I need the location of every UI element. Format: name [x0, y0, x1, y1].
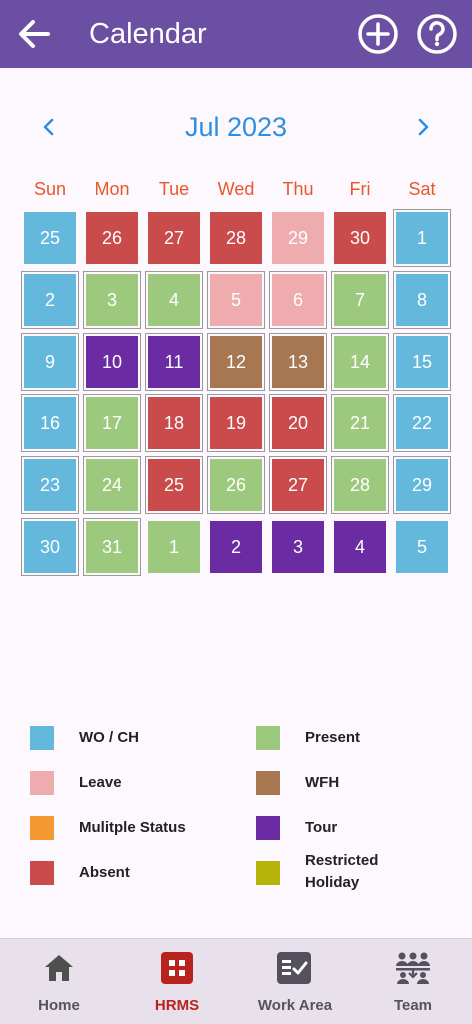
legend-label: Present — [305, 729, 361, 746]
calendar-day[interactable]: 5 — [207, 271, 265, 329]
legend-swatch — [30, 861, 54, 885]
month-navigation: Jul 2023 — [0, 106, 472, 148]
calendar-day[interactable]: 6 — [269, 271, 327, 329]
legend-swatch — [256, 861, 280, 885]
calendar-day[interactable]: 23 — [21, 456, 79, 514]
nav-label: Home — [38, 997, 80, 1014]
calendar-day[interactable]: 28 — [210, 212, 262, 264]
weekday-sat: Sat — [408, 179, 436, 199]
legend-swatch — [30, 771, 54, 795]
legend-label: WO / CH — [79, 729, 139, 746]
calendar-day[interactable]: 16 — [21, 394, 79, 452]
nav-work-area[interactable]: Work Area — [236, 939, 354, 1024]
plus-circle-icon[interactable] — [357, 13, 399, 55]
weekday-mon: Mon — [94, 179, 130, 199]
weekday-thu: Thu — [282, 179, 314, 199]
calendar-day[interactable]: 4 — [334, 521, 386, 573]
calendar-day[interactable]: 31 — [83, 518, 141, 576]
legend-label: Absent — [79, 864, 130, 881]
calendar-day[interactable]: 20 — [269, 394, 327, 452]
legend-label: WFH — [305, 774, 340, 791]
calendar-day[interactable]: 29 — [393, 456, 451, 514]
legend-swatch — [256, 771, 280, 795]
calendar-day[interactable]: 1 — [148, 521, 200, 573]
page-title: Calendar — [89, 18, 207, 50]
help-circle-icon[interactable] — [416, 13, 458, 55]
calendar-day[interactable]: 3 — [83, 271, 141, 329]
calendar-day[interactable]: 19 — [207, 394, 265, 452]
calendar-day[interactable]: 9 — [21, 333, 79, 391]
calendar-day[interactable]: 27 — [269, 456, 327, 514]
legend-label: Restricted Holiday — [305, 852, 379, 891]
app-bar: Calendar — [0, 0, 472, 68]
calendar-day[interactable]: 21 — [331, 394, 389, 452]
nav-label: HRMS — [154, 997, 200, 1014]
calendar-day[interactable]: 22 — [393, 394, 451, 452]
legend-swatch — [30, 816, 54, 840]
calendar-day[interactable]: 24 — [83, 456, 141, 514]
calendar-day[interactable]: 10 — [83, 333, 141, 391]
calendar-day[interactable]: 8 — [393, 271, 451, 329]
calendar-day[interactable]: 26 — [207, 456, 265, 514]
calendar-day[interactable]: 2 — [210, 521, 262, 573]
calendar-day[interactable]: 5 — [396, 521, 448, 573]
calendar-day[interactable]: 26 — [86, 212, 138, 264]
calendar-day[interactable]: 25 — [24, 212, 76, 264]
weekday-tue: Tue — [158, 179, 190, 199]
weekday-fri: Fri — [349, 179, 371, 199]
legend-label: Mulitple Status — [79, 819, 186, 836]
nav-label: Work Area — [257, 997, 333, 1014]
bottom-navigation: Home HRMS Work Area Team — [0, 938, 472, 1024]
work-area-icon — [276, 951, 311, 985]
chevron-right-icon[interactable] — [408, 112, 438, 142]
month-label: Jul 2023 — [184, 112, 288, 142]
calendar-day[interactable]: 12 — [207, 333, 265, 391]
legend-swatch — [30, 726, 54, 750]
calendar-day[interactable]: 14 — [331, 333, 389, 391]
calendar-day[interactable]: 29 — [272, 212, 324, 264]
calendar-day[interactable]: 17 — [83, 394, 141, 452]
nav-label: Team — [393, 997, 433, 1014]
nav-hrms[interactable]: HRMS — [118, 939, 236, 1024]
calendar-day[interactable]: 11 — [145, 333, 203, 391]
calendar-day[interactable]: 25 — [145, 456, 203, 514]
calendar-day[interactable]: 13 — [269, 333, 327, 391]
nav-team[interactable]: Team — [354, 939, 472, 1024]
calendar-day[interactable]: 18 — [145, 394, 203, 452]
calendar-day[interactable]: 30 — [334, 212, 386, 264]
nav-home[interactable]: Home — [0, 939, 118, 1024]
calendar-day[interactable]: 30 — [21, 518, 79, 576]
weekday-wed: Wed — [217, 179, 255, 199]
calendar-day[interactable]: 27 — [148, 212, 200, 264]
calendar-day[interactable]: 3 — [272, 521, 324, 573]
weekday-sun: Sun — [33, 179, 67, 199]
home-icon — [42, 951, 76, 985]
calendar-day[interactable]: 7 — [331, 271, 389, 329]
calendar-day[interactable]: 2 — [21, 271, 79, 329]
hrms-grid-icon — [160, 951, 194, 985]
calendar-day[interactable]: 4 — [145, 271, 203, 329]
legend-label: Leave — [79, 774, 122, 791]
legend-swatch — [256, 816, 280, 840]
calendar-day[interactable]: 1 — [393, 209, 451, 267]
calendar-day[interactable]: 15 — [393, 333, 451, 391]
legend-swatch — [256, 726, 280, 750]
calendar-day[interactable]: 28 — [331, 456, 389, 514]
legend-label: Tour — [305, 819, 338, 836]
arrow-left-icon[interactable] — [14, 14, 54, 54]
team-icon — [394, 951, 430, 985]
